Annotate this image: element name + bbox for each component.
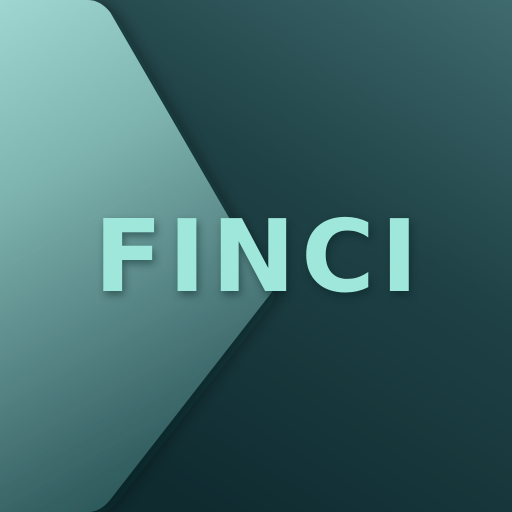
app-icon: FINCI [0,0,512,512]
logo-wordmark: FINCI [94,197,424,315]
